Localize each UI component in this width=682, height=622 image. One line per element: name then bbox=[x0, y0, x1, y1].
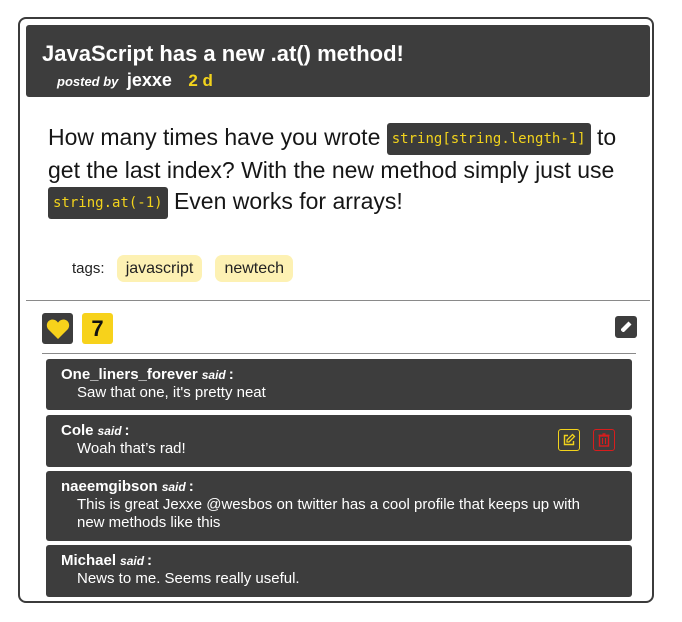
code-snippet-2: string.at(-1) bbox=[48, 187, 168, 219]
pencil-icon bbox=[620, 321, 632, 333]
comment-text: Saw that one, it's pretty neat bbox=[77, 384, 266, 401]
heart-icon bbox=[46, 319, 69, 339]
comment-said: said bbox=[161, 480, 186, 494]
post-byline: posted by jexxe 2 d bbox=[57, 70, 213, 91]
comment-header: Michael said: bbox=[61, 552, 152, 570]
edit-comment-button[interactable] bbox=[558, 429, 580, 451]
post-body: How many times have you wrote string[str… bbox=[48, 122, 628, 219]
tag-newtech[interactable]: newtech bbox=[215, 255, 294, 282]
tags-row: tags: javascript newtech bbox=[72, 255, 294, 282]
post-header: JavaScript has a new .at() method! poste… bbox=[26, 25, 650, 97]
comment-colon: : bbox=[228, 366, 234, 383]
comment-header: naeemgibson said: bbox=[61, 478, 194, 496]
edit-post-button[interactable] bbox=[615, 316, 637, 338]
comment-author[interactable]: Michael bbox=[61, 552, 116, 569]
comment-header: One_liners_forever said: bbox=[61, 366, 234, 384]
comment-said: said bbox=[120, 554, 145, 568]
comment-said: said bbox=[97, 424, 122, 438]
comment-author[interactable]: naeemgibson bbox=[61, 478, 158, 495]
like-button[interactable] bbox=[42, 313, 73, 344]
comment-author[interactable]: One_liners_forever bbox=[61, 366, 198, 383]
body-text-1: How many times have you wrote bbox=[48, 124, 387, 150]
comment-item: One_liners_forever said: Saw that one, it… bbox=[46, 359, 632, 410]
comment-header: Cole said: bbox=[61, 422, 130, 440]
comment-author[interactable]: Cole bbox=[61, 422, 94, 439]
body-text-3: Even works for arrays! bbox=[167, 188, 403, 214]
tag-javascript[interactable]: javascript bbox=[116, 255, 203, 282]
author-link[interactable]: jexxe bbox=[127, 70, 172, 90]
comment-colon: : bbox=[188, 478, 194, 495]
like-count: 7 bbox=[82, 313, 113, 344]
comment-text: This is great Jexxe @wesbos on twitter h… bbox=[77, 496, 580, 531]
trash-icon bbox=[598, 433, 610, 447]
tags-label: tags: bbox=[72, 260, 105, 277]
divider bbox=[26, 300, 650, 301]
posted-by-label: posted by bbox=[57, 74, 119, 89]
post-time: 2 d bbox=[188, 71, 213, 90]
comment-item: Michael said: News to me. Seems really us… bbox=[46, 545, 632, 597]
post-card: JavaScript has a new .at() method! poste… bbox=[18, 17, 654, 603]
code-snippet-1: string[string.length-1] bbox=[386, 123, 591, 155]
comment-text: News to me. Seems really useful. bbox=[77, 570, 300, 587]
comment-item: naeemgibson said: This is great Jexxe @we… bbox=[46, 471, 632, 541]
comment-said: said bbox=[201, 368, 226, 382]
comment-item: Cole said: Woah that’s rad! bbox=[46, 415, 632, 467]
delete-comment-button[interactable] bbox=[593, 429, 615, 451]
comment-colon: : bbox=[147, 552, 153, 569]
edit-icon bbox=[563, 433, 576, 446]
divider bbox=[42, 353, 636, 354]
comment-text: Woah that’s rad! bbox=[77, 440, 186, 457]
post-title: JavaScript has a new .at() method! bbox=[42, 41, 404, 66]
comment-colon: : bbox=[124, 422, 130, 439]
